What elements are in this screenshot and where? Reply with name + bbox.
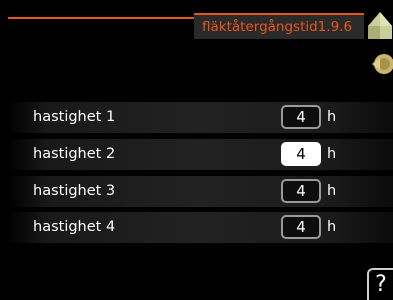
row-hastighet-4: hastighet 4 4 h — [8, 212, 393, 243]
value-field[interactable]: 4 — [281, 215, 321, 239]
row-label: hastighet 1 — [33, 109, 116, 125]
row-hastighet-3: hastighet 3 4 h — [8, 176, 393, 207]
unit-label: h — [327, 219, 337, 235]
menu-screen: fläktåtergångstid1.9.6 hastighet 1 4 h h… — [0, 0, 393, 300]
row-label: hastighet 2 — [33, 146, 116, 162]
row-label: hastighet 4 — [33, 219, 116, 235]
unit-label: h — [327, 109, 337, 125]
unit-label: h — [327, 146, 337, 162]
value-field[interactable]: 4 — [281, 179, 321, 203]
row-hastighet-2: hastighet 2 4 h — [8, 139, 393, 170]
unit-label: h — [327, 183, 337, 199]
home-icon[interactable] — [366, 10, 393, 40]
row-label: hastighet 3 — [33, 183, 116, 199]
header-divider — [8, 17, 194, 19]
help-button[interactable]: ? — [367, 268, 393, 300]
value-field[interactable]: 4 — [281, 105, 321, 129]
row-hastighet-1: hastighet 1 4 h — [8, 102, 393, 133]
page-title: fläktåtergångstid1.9.6 — [194, 13, 364, 39]
value-field-selected[interactable]: 4 — [281, 142, 321, 166]
back-icon[interactable] — [370, 52, 393, 76]
